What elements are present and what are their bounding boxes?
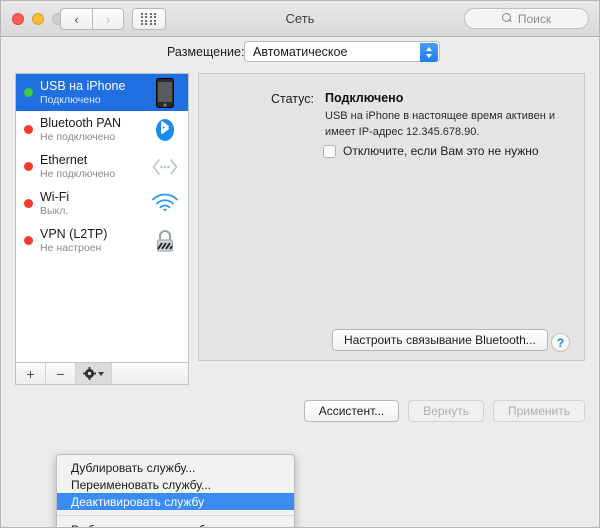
apply-button: Применить — [492, 400, 585, 422]
disable-checkbox-label: Отключите, если Вам это не нужно — [343, 144, 539, 158]
status-dot — [24, 125, 33, 134]
close-button[interactable] — [12, 13, 24, 25]
service-row-vpn-l2tp[interactable]: VPN (L2TP) Не настроен — [16, 222, 188, 259]
chevron-updown-icon — [420, 43, 438, 62]
revert-button: Вернуть — [408, 400, 484, 422]
location-label: Размещение: — [167, 45, 245, 59]
status-description: USB на iPhone в настоящее время активен … — [325, 110, 556, 138]
grid-icon — [140, 12, 158, 26]
service-text: USB на iPhone Подключено — [40, 79, 148, 105]
service-options-button[interactable] — [76, 363, 112, 384]
search-icon — [501, 13, 513, 24]
status-value: Подключено — [325, 91, 404, 105]
help-button[interactable]: ? — [551, 333, 570, 352]
service-status: Не подключено — [40, 167, 116, 180]
menu-item-deactivate-service[interactable]: Деактивировать службу — [57, 493, 294, 510]
iphone-icon — [148, 77, 182, 109]
chevron-down-icon — [98, 371, 104, 376]
service-name: Wi-Fi — [40, 190, 70, 205]
search-placeholder: Поиск — [517, 11, 552, 26]
service-status: Не настроен — [40, 241, 102, 254]
window-titlebar: ‹ › Сеть Поиск — [1, 1, 599, 37]
service-name: Ethernet — [40, 153, 88, 168]
service-text: Bluetooth PAN Не подключено — [40, 116, 148, 142]
status-dot — [24, 88, 33, 97]
service-detail-pane: Статус: Подключено USB на iPhone в насто… — [198, 73, 585, 361]
back-button[interactable]: ‹ — [60, 8, 92, 30]
network-preferences-window: ‹ › Сеть Поиск Размещение: Автоматическо… — [0, 0, 600, 528]
service-status: Выкл. — [40, 204, 69, 217]
lock-icon — [148, 225, 182, 257]
disable-checkbox-row[interactable]: Отключите, если Вам это не нужно — [323, 144, 539, 158]
nav-buttons: ‹ › — [60, 8, 124, 30]
gear-icon — [83, 367, 96, 380]
show-all-button[interactable] — [132, 8, 166, 30]
service-options-menu[interactable]: Дублировать службу... Переименовать служ… — [56, 454, 295, 528]
remove-service-button[interactable]: − — [46, 363, 76, 384]
status-dot — [24, 236, 33, 245]
service-text: Ethernet Не подключено — [40, 153, 148, 179]
location-select[interactable]: Автоматическое — [244, 41, 440, 62]
forward-button: › — [92, 8, 124, 30]
status-dot — [24, 199, 33, 208]
menu-item-rename-service[interactable]: Переименовать службу... — [57, 476, 294, 493]
assistant-button[interactable]: Ассистент... — [303, 400, 400, 422]
service-row-ethernet[interactable]: Ethernet Не подключено — [16, 148, 188, 185]
status-label: Статус: — [271, 92, 314, 106]
bluetooth-icon — [148, 114, 182, 146]
wifi-icon — [148, 188, 182, 220]
disable-checkbox[interactable] — [323, 144, 336, 158]
service-name: VPN (L2TP) — [40, 227, 108, 242]
service-row-usb-iphone[interactable]: USB на iPhone Подключено — [16, 74, 188, 111]
service-text: VPN (L2TP) Не настроен — [40, 227, 148, 253]
location-value: Автоматическое — [253, 44, 348, 59]
status-dot — [24, 162, 33, 171]
service-status: Не подключено — [40, 130, 116, 143]
service-list[interactable]: USB на iPhone Подключено Bluetooth PAN Н… — [15, 73, 189, 363]
service-list-toolbar: + − — [15, 363, 189, 385]
service-row-wifi[interactable]: Wi-Fi Выкл. — [16, 185, 188, 222]
main-content: USB на iPhone Подключено Bluetooth PAN Н… — [1, 69, 599, 527]
menu-item-duplicate-service[interactable]: Дублировать службу... — [57, 459, 294, 476]
service-row-bluetooth-pan[interactable]: Bluetooth PAN Не подключено — [16, 111, 188, 148]
service-status: Подключено — [40, 93, 101, 106]
service-name: Bluetooth PAN — [40, 116, 122, 131]
service-name: USB на iPhone — [40, 79, 126, 94]
action-button-row: Ассистент... Вернуть Применить — [303, 400, 585, 422]
ethernet-icon — [148, 151, 182, 183]
menu-item-set-service-order[interactable]: Выбрать порядок служб... — [57, 521, 294, 528]
service-text: Wi-Fi Выкл. — [40, 190, 148, 216]
minimize-button[interactable] — [32, 13, 44, 25]
traffic-lights — [12, 13, 64, 25]
add-service-button[interactable]: + — [16, 363, 46, 384]
search-input[interactable]: Поиск — [464, 8, 589, 29]
configure-bluetooth-button[interactable]: Настроить связывание Bluetooth... — [332, 329, 548, 351]
toolbar-filler — [112, 363, 188, 384]
menu-separator — [57, 515, 294, 516]
location-row: Размещение: Автоматическое — [1, 38, 599, 68]
